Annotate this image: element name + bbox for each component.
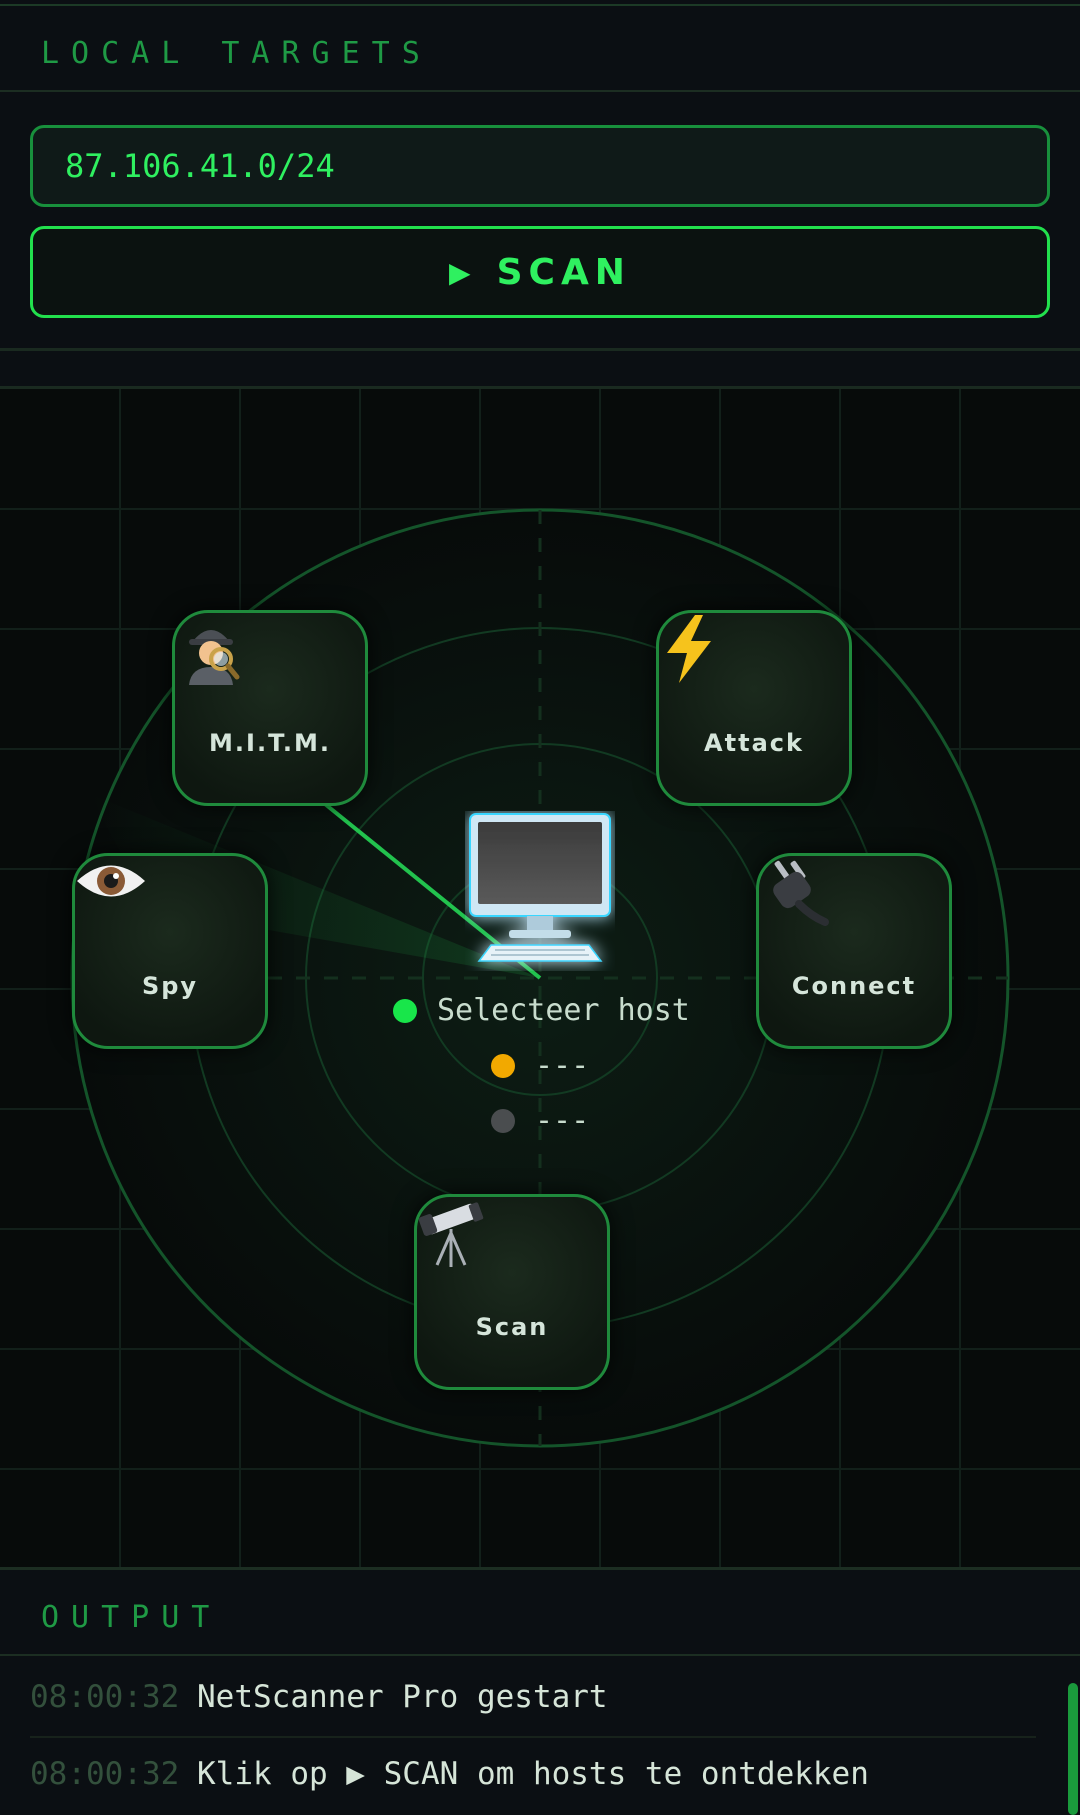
computer-icon — [465, 811, 615, 971]
attack-button[interactable]: Attack — [656, 610, 852, 806]
output-scrollbar[interactable] — [1068, 1683, 1078, 1815]
radar-panel: M.I.T.M. Attack Spy Connect Scan Selecte… — [0, 389, 1080, 1567]
divider — [0, 348, 1080, 351]
scan-button[interactable]: ▶ SCAN — [30, 226, 1050, 318]
log-time: 08:00:32 — [30, 1756, 180, 1792]
attack-label: Attack — [704, 729, 804, 757]
status-line-3-text: --- — [535, 1103, 590, 1138]
host-status-text: Selecteer host — [437, 993, 690, 1028]
scan-tool-label: Scan — [475, 1313, 549, 1341]
output-title: OUTPUT — [41, 1600, 222, 1635]
spy-label: Spy — [141, 972, 199, 1000]
status-dot-green — [393, 998, 417, 1023]
status-line-2: --- — [491, 1048, 589, 1083]
local-targets-title: LOCAL TARGETS — [41, 36, 432, 71]
connect-button[interactable]: Connect — [756, 853, 952, 1049]
scan-button-label: SCAN — [496, 251, 631, 293]
play-icon: ▶ — [449, 255, 471, 289]
log-message: Klik op ▶ SCAN om hosts te ontdekken — [197, 1756, 869, 1792]
local-targets-header: LOCAL TARGETS — [0, 6, 1080, 92]
status-line-2-text: --- — [535, 1048, 590, 1083]
output-header: OUTPUT — [0, 1570, 1080, 1656]
scan-tool-button[interactable]: Scan — [414, 1194, 610, 1390]
status-dot-orange — [491, 1053, 515, 1078]
mitm-label: M.I.T.M. — [209, 729, 331, 757]
log-message: NetScanner Pro gestart — [197, 1679, 608, 1715]
log-entry: 08:00:32 NetScanner Pro gestart — [30, 1659, 1036, 1735]
spy-button[interactable]: Spy — [72, 853, 268, 1049]
ip-range-input[interactable] — [30, 125, 1050, 207]
status-dot-gray — [491, 1108, 515, 1133]
connect-label: Connect — [791, 972, 917, 1000]
status-line-3: --- — [491, 1103, 589, 1138]
host-status: Selecteer host — [393, 993, 690, 1028]
mitm-button[interactable]: M.I.T.M. — [172, 610, 368, 806]
log-time: 08:00:32 — [30, 1679, 180, 1715]
log-entry: 08:00:32 Klik op ▶ SCAN om hosts te ontd… — [30, 1736, 1036, 1812]
